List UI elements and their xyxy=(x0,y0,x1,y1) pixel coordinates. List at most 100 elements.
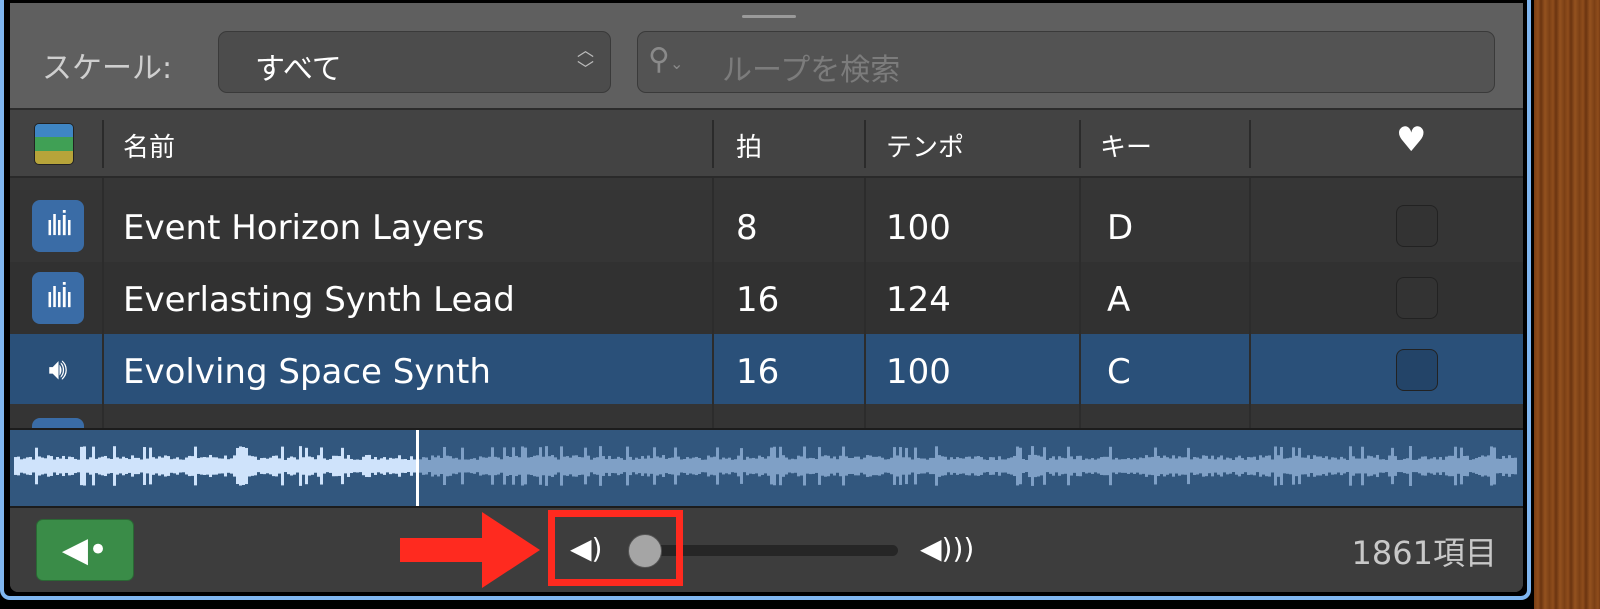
waveform-bar xyxy=(863,457,866,475)
waveform-bar xyxy=(824,455,827,477)
row-name: Everlasting Synth Lead xyxy=(123,280,515,320)
table-row[interactable]: ılıİı Event Horizon Layers 8 100 D xyxy=(10,190,1523,262)
waveform-bar xyxy=(971,458,974,474)
waveform-bar xyxy=(1292,447,1295,485)
waveform-bar xyxy=(1280,446,1283,486)
waveform-bar xyxy=(434,457,437,475)
waveform-bar xyxy=(1256,459,1259,473)
waveform-bar xyxy=(875,456,878,476)
column-header-key[interactable]: キー xyxy=(1100,127,1152,164)
waveform-bar xyxy=(974,456,977,476)
waveform-bar xyxy=(1007,458,1010,474)
waveform-bar xyxy=(617,456,620,476)
waveform-bar xyxy=(374,457,377,475)
waveform-bar xyxy=(1454,446,1457,486)
waveform-bar xyxy=(557,459,560,473)
waveform-bar xyxy=(671,457,674,475)
waveform-bar xyxy=(686,457,689,475)
waveform-bar xyxy=(1022,458,1025,474)
waveform-bar xyxy=(1301,457,1304,475)
waveform-bar xyxy=(1181,457,1184,475)
waveform-bar xyxy=(461,447,464,485)
waveform-bar xyxy=(1313,455,1316,477)
waveform-bar xyxy=(806,458,809,474)
loop-search-input[interactable]: ⚲⌄ ループを検索 xyxy=(637,31,1495,93)
waveform-bar xyxy=(944,456,947,476)
favorite-checkbox[interactable] xyxy=(1396,277,1438,319)
waveform-bar xyxy=(344,458,347,474)
waveform-bar xyxy=(50,456,53,476)
waveform-bar xyxy=(1154,447,1157,485)
heart-icon[interactable]: ♥ xyxy=(1396,120,1426,160)
waveform-bar xyxy=(92,446,95,486)
waveform-bar xyxy=(476,459,479,473)
table-row-selected[interactable]: 🔊︎ Evolving Space Synth 16 100 C xyxy=(10,334,1523,404)
waveform-bar xyxy=(95,458,98,474)
waveform-bar xyxy=(1409,446,1412,486)
waveform-bar xyxy=(29,456,32,476)
waveform-bar xyxy=(1073,459,1076,473)
scale-select[interactable]: すべて ︿ ﹀ xyxy=(218,31,611,93)
preview-speaker-button[interactable]: ◀• xyxy=(36,519,134,581)
waveform-bar xyxy=(1166,457,1169,475)
waveform-bar xyxy=(596,457,599,475)
waveform-bar xyxy=(1403,458,1406,474)
waveform-bar xyxy=(1016,446,1019,486)
waveform-bar xyxy=(569,457,572,475)
column-header-beats[interactable]: 拍 xyxy=(736,127,762,164)
waveform-bar xyxy=(167,456,170,476)
resize-handle[interactable] xyxy=(742,15,796,18)
waveform-preview[interactable] xyxy=(10,428,1523,508)
waveform-bar xyxy=(872,456,875,476)
favorite-checkbox[interactable] xyxy=(1396,205,1438,247)
waveform-bar xyxy=(1241,458,1244,474)
waveform-bar xyxy=(1394,456,1397,476)
table-row[interactable]: ılıİı Everlasting Synth Lead 16 124 A xyxy=(10,262,1523,334)
waveform-bar xyxy=(44,458,47,474)
waveform-bar xyxy=(1196,457,1199,475)
waveform-bar xyxy=(614,458,617,474)
waveform-bar xyxy=(839,455,842,477)
waveform-bar xyxy=(1187,447,1190,485)
chevron-up-down-icon: ︿ ﹀ xyxy=(577,41,594,80)
waveform-bar xyxy=(296,459,299,473)
waveform-bar xyxy=(509,457,512,475)
waveform-bar xyxy=(956,457,959,475)
waveform-bar xyxy=(311,457,314,475)
waveform-bar xyxy=(98,457,101,475)
divider xyxy=(102,178,104,428)
waveform-bar xyxy=(881,457,884,475)
waveform-bar xyxy=(404,459,407,473)
favorite-checkbox[interactable] xyxy=(1396,349,1438,391)
waveform-bar xyxy=(626,446,629,486)
waveform-bar xyxy=(716,447,719,485)
waveform-bar xyxy=(380,458,383,474)
waveform-bar xyxy=(515,455,518,477)
color-column-icon[interactable] xyxy=(34,123,74,165)
waveform-bar xyxy=(305,447,308,485)
table-row-partial[interactable] xyxy=(10,404,1523,438)
waveform-bar xyxy=(1367,455,1370,477)
row-key: C xyxy=(1107,352,1131,392)
waveform-bar xyxy=(1448,455,1451,477)
divider xyxy=(102,120,104,168)
waveform-bar xyxy=(662,455,665,477)
waveform-bar xyxy=(1397,459,1400,473)
waveform-bar xyxy=(707,455,710,477)
waveform-bar xyxy=(146,458,149,474)
waveform-bar xyxy=(176,457,179,475)
waveform-bar xyxy=(1271,459,1274,473)
waveform-bar xyxy=(68,456,71,476)
waveform-bar xyxy=(701,459,704,473)
waveform-bar xyxy=(1250,457,1253,475)
waveform-bar xyxy=(455,457,458,475)
waveform-bar xyxy=(1445,456,1448,476)
waveform-bar xyxy=(1139,457,1142,475)
waveform-bar xyxy=(104,455,107,477)
column-header-tempo[interactable]: テンポ xyxy=(886,127,964,164)
waveform-bar xyxy=(584,447,587,485)
column-header-name[interactable]: 名前 xyxy=(123,127,175,164)
waveform-bar xyxy=(1091,458,1094,474)
waveform-bar xyxy=(470,458,473,474)
waveform-bar xyxy=(365,455,368,477)
